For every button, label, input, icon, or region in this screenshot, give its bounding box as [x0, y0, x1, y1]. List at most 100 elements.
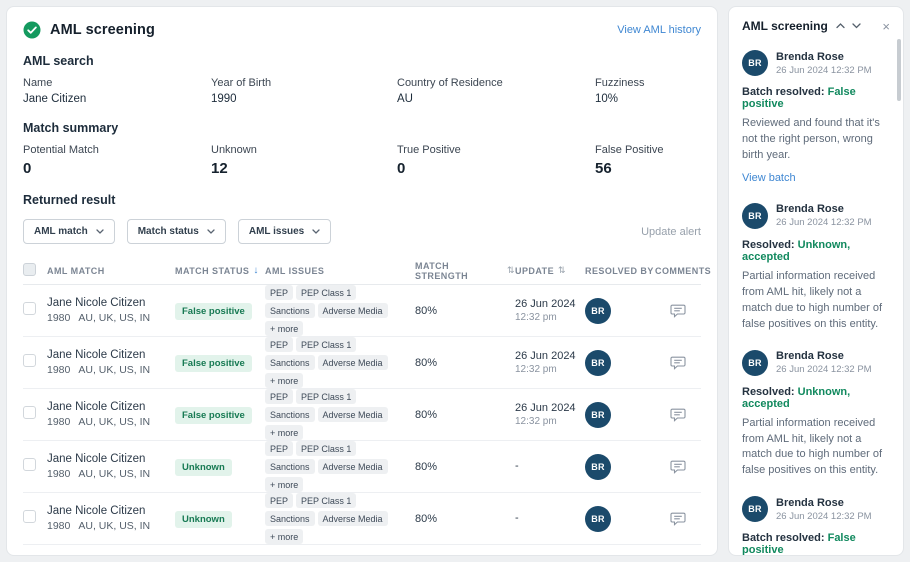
update-cell: 26 Jun 2024 12:32 pm	[515, 402, 585, 427]
match-year: 1980	[47, 312, 70, 324]
comment-icon[interactable]	[670, 408, 686, 422]
more-issues-chip[interactable]: + more	[265, 321, 303, 336]
col-match-strength[interactable]: Match strength⇅	[415, 261, 515, 281]
issue-chip: PEP	[265, 337, 293, 352]
view-batch-link[interactable]: View batch	[742, 172, 796, 184]
select-all-checkbox[interactable]	[23, 263, 36, 276]
row-checkbox[interactable]	[23, 354, 36, 367]
comment-icon[interactable]	[670, 356, 686, 370]
check-circle-icon	[23, 21, 41, 39]
comment-resolution: Resolved: Unknown, accepted	[742, 386, 890, 410]
col-match-status[interactable]: Match status↓	[175, 265, 265, 276]
match-countries: AU, UK, US, IN	[78, 364, 150, 376]
filter-dropdown[interactable]: AML match	[23, 219, 115, 244]
close-icon[interactable]: ×	[882, 20, 890, 33]
more-issues-chip[interactable]: + more	[265, 477, 303, 492]
issue-chip: Sanctions	[265, 355, 315, 370]
comment-item: BR Brenda Rose 26 Jun 2024 12:32 PM Reso…	[742, 203, 890, 333]
sort-icon[interactable]: ⇅	[507, 265, 515, 276]
match-name: Jane Nicole Citizen	[47, 453, 175, 465]
col-label: AML issues	[265, 266, 324, 276]
update-time: 12:32 pm	[515, 312, 585, 323]
issues-cell: PEP PEP Class 1 Sanctions Adverse Media …	[265, 493, 415, 544]
update-cell: 26 Jun 2024 12:32 pm	[515, 298, 585, 323]
filter-label: Match status	[138, 226, 199, 237]
update-date: 26 Jun 2024	[515, 298, 585, 310]
issue-chip: Sanctions	[265, 459, 315, 474]
issue-chip: Sanctions	[265, 407, 315, 422]
more-issues-chip[interactable]: + more	[265, 425, 303, 440]
sidebar-title: AML screening	[742, 19, 828, 33]
match-year: 1980	[47, 468, 70, 480]
comment-item: BR Brenda Rose 26 Jun 2024 12:32 PM Batc…	[742, 50, 890, 186]
update-date: 26 Jun 2024	[515, 350, 585, 362]
table-row[interactable]: Jane Nicole Citizen 1980AU, UK, US, IN F…	[23, 337, 701, 389]
resolution-label: Resolved:	[742, 239, 795, 251]
field-value: AU	[397, 93, 595, 105]
match-summary-heading: Match summary	[23, 121, 701, 135]
sort-desc-icon[interactable]: ↓	[253, 265, 258, 276]
more-issues-chip[interactable]: + more	[265, 529, 303, 544]
comments-cell	[655, 460, 701, 474]
avatar[interactable]: BR	[585, 350, 611, 376]
row-checkbox[interactable]	[23, 302, 36, 315]
more-issues-chip[interactable]: + more	[265, 373, 303, 388]
row-checkbox[interactable]	[23, 406, 36, 419]
chevron-up-icon[interactable]	[836, 23, 845, 29]
update-date: -	[515, 460, 585, 472]
comment-head: BR Brenda Rose 26 Jun 2024 12:32 PM	[742, 50, 890, 76]
resolution-label: Batch resolved:	[742, 532, 825, 544]
field-value: 12	[211, 160, 397, 177]
col-update[interactable]: Update⇅	[515, 265, 585, 276]
update-cell: 26 Jun 2024 12:32 pm	[515, 350, 585, 375]
resolution-label: Batch resolved:	[742, 86, 825, 98]
avatar[interactable]: BR	[585, 454, 611, 480]
avatar[interactable]: BR	[585, 506, 611, 532]
comment-icon[interactable]	[670, 512, 686, 526]
update-alert-link[interactable]: Update alert	[641, 226, 701, 238]
issue-chip: PEP Class 1	[296, 493, 356, 508]
summary-field: Unknown 12	[211, 144, 397, 177]
chevron-down-icon[interactable]	[852, 23, 861, 29]
comment-icon[interactable]	[670, 304, 686, 318]
status-cell: False positive	[175, 405, 265, 424]
issue-chip: Adverse Media	[318, 459, 388, 474]
avatar: BR	[742, 496, 768, 522]
issue-chip: PEP Class 1	[296, 389, 356, 404]
issues-cell: PEP PEP Class 1 Sanctions Adverse Media …	[265, 337, 415, 388]
match-name: Jane Nicole Citizen	[47, 505, 175, 517]
filter-label: AML match	[34, 226, 88, 237]
match-summary-fields: Potential Match 0 Unknown 12 True Positi…	[23, 144, 701, 177]
row-checkbox[interactable]	[23, 458, 36, 471]
col-aml-match: AML match	[47, 266, 175, 276]
comment-timestamp: 26 Jun 2024 12:32 PM	[776, 364, 872, 375]
resolved-by-cell: BR	[585, 298, 655, 324]
table-row[interactable]: Jane Nicole Citizen 1980AU, UK, US, IN U…	[23, 441, 701, 493]
avatar[interactable]: BR	[585, 402, 611, 428]
col-label: AML match	[47, 266, 105, 276]
col-comments: Comments	[655, 266, 701, 276]
comment-icon[interactable]	[670, 460, 686, 474]
summary-field: Potential Match 0	[23, 144, 211, 177]
table-row[interactable]: Jane Nicole Citizen 1980AU, UK, US, IN U…	[23, 493, 701, 545]
sort-icon[interactable]: ⇅	[558, 265, 566, 276]
comment-meta: Brenda Rose 26 Jun 2024 12:32 PM	[776, 497, 872, 522]
resolved-by-cell: BR	[585, 506, 655, 532]
field-value: 1990	[211, 93, 397, 105]
avatar[interactable]: BR	[585, 298, 611, 324]
filter-dropdown[interactable]: AML issues	[238, 219, 331, 244]
table-body: Jane Nicole Citizen 1980 AU, UK, US, IN F…	[23, 285, 701, 545]
comment-body: Partial information received from AML hi…	[742, 269, 890, 333]
filter-dropdowns: AML match Match status AML issues	[23, 219, 331, 244]
page-title: AML screening	[50, 22, 155, 38]
view-aml-history-link[interactable]: View AML history	[617, 24, 701, 36]
issue-chip: Sanctions	[265, 511, 315, 526]
comment-resolution: Resolved: Unknown, accepted	[742, 239, 890, 263]
table-row[interactable]: Jane Nicole Citizen 1980AU, UK, US, IN F…	[23, 389, 701, 441]
comments-cell	[655, 408, 701, 422]
col-aml-issues: AML issues	[265, 266, 415, 276]
table-row[interactable]: Jane Nicole Citizen 1980AU, UK, US, IN F…	[23, 285, 701, 337]
sidebar-scrollbar[interactable]	[897, 39, 901, 101]
filter-dropdown[interactable]: Match status	[127, 219, 226, 244]
row-checkbox[interactable]	[23, 510, 36, 523]
